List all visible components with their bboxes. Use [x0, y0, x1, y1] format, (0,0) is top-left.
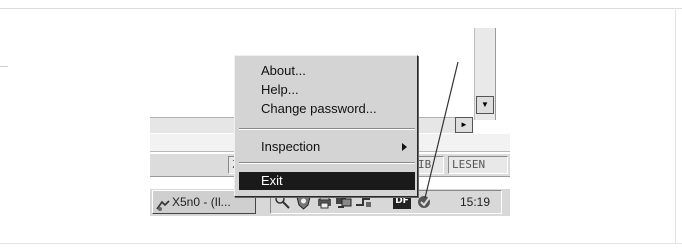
- pointer-line: [424, 61, 459, 199]
